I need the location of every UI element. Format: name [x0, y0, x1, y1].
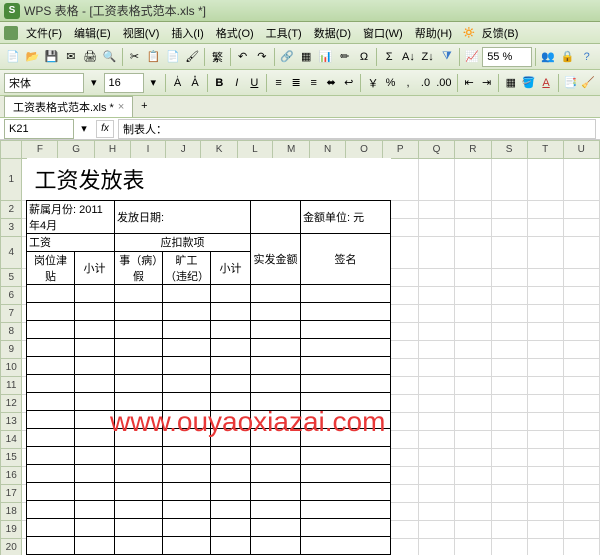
menu-tools[interactable]: 工具(T): [260, 23, 308, 43]
fx-icon[interactable]: fx: [96, 120, 114, 138]
paste-icon[interactable]: 📄: [164, 47, 182, 67]
underline-icon[interactable]: U: [247, 73, 263, 93]
payroll-table: 工资发放表 薪属月份: 2011年4月 发放日期: 金额单位: 元 工资 应扣款…: [26, 158, 391, 555]
italic-icon[interactable]: I: [229, 73, 245, 93]
copy-icon[interactable]: 📋: [145, 47, 163, 67]
document-tabs: 工资表格式范本.xls * × +: [0, 96, 600, 118]
formula-input[interactable]: 制表人：: [118, 119, 596, 139]
app-logo-icon: S: [4, 3, 20, 19]
add-tab-icon[interactable]: +: [137, 100, 151, 114]
trad-button[interactable]: 繁: [208, 47, 226, 67]
align-left-icon[interactable]: ≡: [271, 73, 287, 93]
chart2-icon[interactable]: 📈: [463, 47, 481, 67]
percent-icon[interactable]: %: [383, 73, 399, 93]
indent-inc-icon[interactable]: ⇥: [479, 73, 495, 93]
style-icon[interactable]: 📑: [563, 73, 579, 93]
bold-icon[interactable]: B: [212, 73, 228, 93]
link-icon[interactable]: 🔗: [278, 47, 296, 67]
help-icon[interactable]: ?: [578, 47, 596, 67]
doc-tab[interactable]: 工资表格式范本.xls * ×: [4, 96, 133, 117]
align-center-icon[interactable]: ≣: [288, 73, 304, 93]
currency-icon[interactable]: ￥: [365, 73, 381, 93]
app-title: WPS 表格 - [工资表格式范本.xls *]: [24, 2, 206, 19]
menu-edit[interactable]: 编辑(E): [68, 23, 117, 43]
name-box[interactable]: K21: [4, 119, 74, 139]
table-icon[interactable]: ▦: [297, 47, 315, 67]
menu-file[interactable]: 文件(F): [20, 23, 68, 43]
brush-icon[interactable]: 🖌: [183, 47, 201, 67]
merge-icon[interactable]: ⬌: [323, 73, 339, 93]
sort-desc-icon[interactable]: Z↓: [419, 47, 437, 67]
inc-font-icon[interactable]: A̍: [170, 73, 186, 93]
title-bar: S WPS 表格 - [工资表格式范本.xls *]: [0, 0, 600, 22]
preview-icon[interactable]: 🔍: [100, 47, 118, 67]
sheet-area[interactable]: FGHIJKLMNOPQRSTU123456789101112131415161…: [0, 140, 600, 555]
indent-dec-icon[interactable]: ⇤: [461, 73, 477, 93]
font-name-input[interactable]: [4, 73, 84, 93]
sheet-title: 工资发放表: [27, 158, 391, 200]
font-size-input[interactable]: [104, 73, 144, 93]
chart-icon[interactable]: 📊: [316, 47, 334, 67]
menu-window[interactable]: 窗口(W): [357, 23, 409, 43]
dec-font-icon[interactable]: A̎: [187, 73, 203, 93]
wrap-icon[interactable]: ↩: [341, 73, 357, 93]
fill-color-icon[interactable]: 🪣: [521, 73, 537, 93]
save-icon[interactable]: 💾: [43, 47, 61, 67]
border-icon[interactable]: ▦: [503, 73, 519, 93]
file-menu-icon[interactable]: [4, 26, 18, 40]
sum-icon[interactable]: Σ: [380, 47, 398, 67]
name-dropdown-icon[interactable]: ▾: [74, 119, 94, 139]
draw-icon[interactable]: ✏: [336, 47, 354, 67]
menu-insert[interactable]: 插入(I): [165, 23, 209, 43]
clear-icon[interactable]: 🧹: [580, 73, 596, 93]
font-dropdown-icon[interactable]: ▾: [86, 73, 102, 93]
menu-data[interactable]: 数据(D): [308, 23, 357, 43]
undo-icon[interactable]: ↶: [233, 47, 251, 67]
open-icon[interactable]: 📂: [23, 47, 41, 67]
dec-dec-icon[interactable]: .00: [435, 73, 452, 93]
filter-icon[interactable]: ⧩: [438, 47, 456, 67]
font-color-icon[interactable]: A: [538, 73, 554, 93]
menu-view[interactable]: 视图(V): [117, 23, 166, 43]
sort-asc-icon[interactable]: A↓: [399, 47, 417, 67]
menu-help[interactable]: 帮助(H): [409, 23, 458, 43]
menu-bar: 文件(F) 编辑(E) 视图(V) 插入(I) 格式(O) 工具(T) 数据(D…: [0, 22, 600, 44]
menu-feedback[interactable]: 反馈(B): [476, 23, 525, 43]
new-icon[interactable]: 📄: [4, 47, 22, 67]
people-icon[interactable]: 👥: [539, 47, 557, 67]
toolbar-main: 📄 📂 💾 ✉ 🖨 🔍 ✂ 📋 📄 🖌 繁 ↶ ↷ 🔗 ▦ 📊 ✏ Ω Σ A↓…: [0, 44, 600, 70]
doc-tab-label: 工资表格式范本.xls *: [13, 99, 114, 115]
symbol-icon[interactable]: Ω: [355, 47, 373, 67]
mail-icon[interactable]: ✉: [62, 47, 80, 67]
cut-icon[interactable]: ✂: [125, 47, 143, 67]
inc-dec-icon[interactable]: .0: [418, 73, 434, 93]
close-tab-icon[interactable]: ×: [118, 101, 124, 113]
redo-icon[interactable]: ↷: [253, 47, 271, 67]
toolbar-format: ▾ ▾ A̍ A̎ B I U ≡ ≣ ≡ ⬌ ↩ ￥ % , .0 .00 ⇤…: [0, 70, 600, 96]
zoom-input[interactable]: [482, 47, 532, 67]
print-icon[interactable]: 🖨: [81, 47, 99, 67]
size-dropdown-icon[interactable]: ▾: [146, 73, 162, 93]
formula-bar: K21 ▾ fx 制表人：: [0, 118, 600, 140]
menu-format[interactable]: 格式(O): [210, 23, 260, 43]
comma-icon[interactable]: ,: [400, 73, 416, 93]
lock-icon[interactable]: 🔒: [558, 47, 576, 67]
align-right-icon[interactable]: ≡: [306, 73, 322, 93]
